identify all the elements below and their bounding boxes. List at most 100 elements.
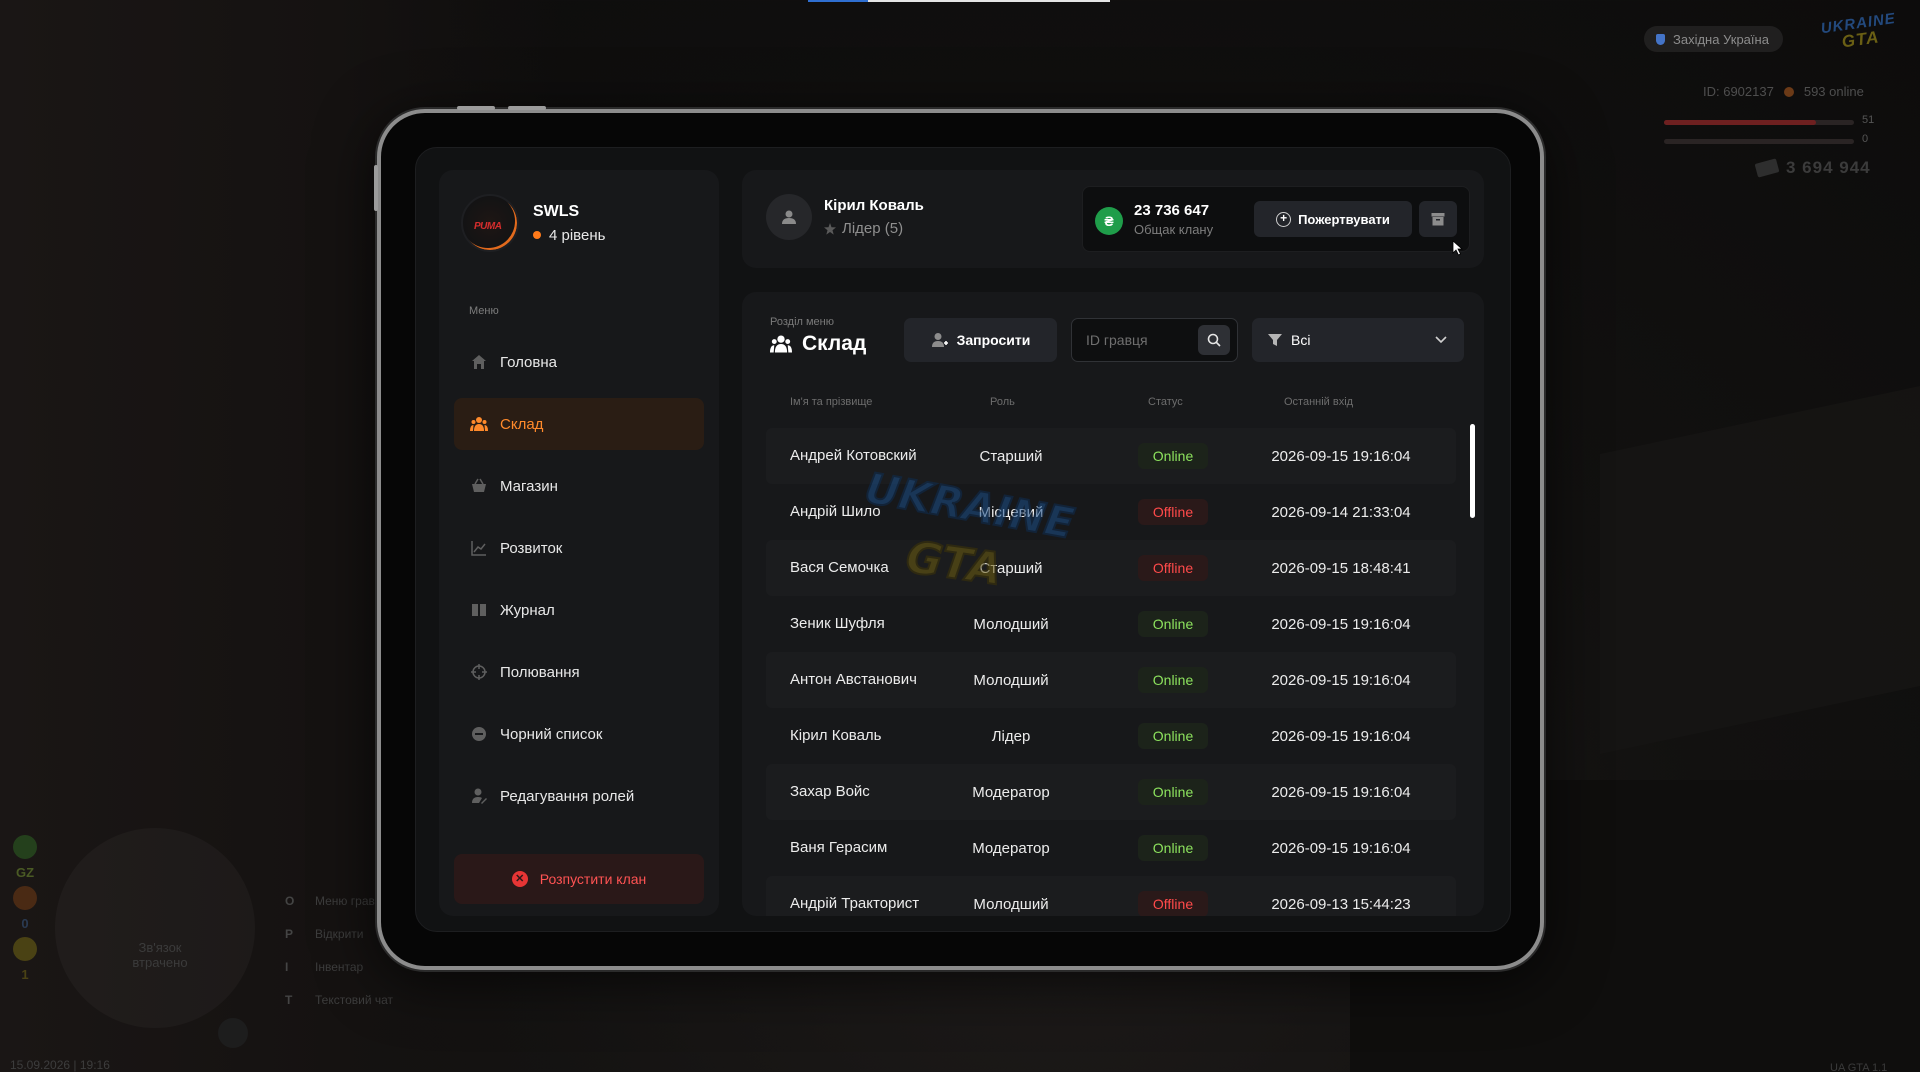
tablet-device: PUMA SWLS 4 рівень Меню Головна Склад Ма… xyxy=(374,106,1544,970)
member-role: Модератор xyxy=(972,783,1050,801)
online-dot-icon xyxy=(1783,86,1794,97)
sidebar-item-journal[interactable]: Журнал xyxy=(454,584,704,636)
sidebar-menu: Головна Склад Магазин Розвиток Журнал По… xyxy=(454,336,704,832)
player-id-search xyxy=(1071,318,1238,362)
user-role: Лідер (5) xyxy=(824,220,924,237)
member-last-login: 2026-09-13 15:44:23 xyxy=(1271,895,1411,913)
sidebar-item-development[interactable]: Розвиток xyxy=(454,522,704,574)
tablet-volume-button xyxy=(457,106,495,110)
sidebar-item-shop[interactable]: Магазин xyxy=(454,460,704,512)
table-row[interactable]: Захар Войс Модератор Online 2026-09-15 1… xyxy=(766,764,1456,820)
cash-icon xyxy=(1754,158,1780,178)
member-name: Андрей Котовский xyxy=(790,447,917,464)
clan-name: SWLS xyxy=(533,202,580,220)
table-row[interactable]: Ваня Герасим Модератор Online 2026-09-15… xyxy=(766,820,1456,876)
member-role: Молодший xyxy=(973,671,1049,689)
status-badge: Online xyxy=(1138,779,1208,805)
table-scrollbar[interactable] xyxy=(1470,424,1475,518)
hud-left-indicators: GZ 0 1 xyxy=(12,835,38,982)
status-badge: Online xyxy=(1138,723,1208,749)
sidebar-item-label: Головна xyxy=(500,353,557,371)
hud-vitals: 51 0 xyxy=(1664,114,1874,158)
menu-caption: Меню xyxy=(469,305,499,317)
region-shield-icon xyxy=(1656,33,1665,45)
home-icon xyxy=(470,353,488,371)
hint-key: O xyxy=(285,893,295,908)
members-table: Андрей Котовский Старший Online 2026-09-… xyxy=(766,428,1456,916)
status-badge: Offline xyxy=(1138,499,1208,525)
game-version: UA GTA 1.1 xyxy=(1830,1062,1888,1072)
disband-clan-button[interactable]: ✕ Розпустити клан xyxy=(454,854,704,904)
table-row[interactable]: Андрій Тракторист Молодший Offline 2026-… xyxy=(766,876,1456,916)
sidebar: PUMA SWLS 4 рівень Меню Головна Склад Ма… xyxy=(439,170,719,916)
online-count: 593 online xyxy=(1803,84,1864,99)
player-id: ID: 6902137 xyxy=(1703,84,1774,99)
gz-label: GZ xyxy=(15,865,35,880)
status-badge: Online xyxy=(1138,667,1208,693)
clan-header: PUMA SWLS 4 рівень xyxy=(461,194,605,252)
current-user: Кірил Коваль Лідер (5) xyxy=(766,194,924,240)
table-header: Ім'я та прізвище Роль Статус Останній вх… xyxy=(766,396,1456,416)
member-role: Старший xyxy=(979,559,1043,577)
weapon-status-icon xyxy=(13,886,37,910)
table-row[interactable]: Андрій Шило Місцевий Offline 2026-09-14 … xyxy=(766,484,1456,540)
table-row[interactable]: Антон Австанович Молодший Online 2026-09… xyxy=(766,652,1456,708)
storage-button[interactable] xyxy=(1419,201,1457,237)
hint-label: Текстовий чат xyxy=(315,992,394,1007)
filter-value: Всі xyxy=(1291,332,1311,348)
sidebar-item-members[interactable]: Склад xyxy=(454,398,704,450)
chart-icon xyxy=(470,539,488,557)
disband-clan-label: Розпустити клан xyxy=(539,871,647,887)
add-user-icon xyxy=(931,333,948,347)
hint-label: Інвентар xyxy=(315,959,364,974)
member-role: Молодший xyxy=(973,615,1049,633)
status-filter-select[interactable]: Всі xyxy=(1252,318,1464,362)
hint-key: T xyxy=(285,992,293,1007)
invite-button[interactable]: Запросити xyxy=(904,318,1057,362)
sidebar-item-blacklist[interactable]: Чорний список xyxy=(454,708,704,760)
sidebar-item-role-editing[interactable]: Редагування ролей xyxy=(454,770,704,822)
member-name: Ваня Герасим xyxy=(790,839,888,856)
donate-button[interactable]: + Пожертвувати xyxy=(1254,201,1412,237)
level-dot-icon xyxy=(533,231,541,239)
key-hint: I Інвентар xyxy=(285,950,393,983)
health-value: 51 xyxy=(1862,114,1875,126)
profile-header: Кірил Коваль Лідер (5) ₴ 23 736 647 Обща… xyxy=(742,170,1484,268)
search-button[interactable] xyxy=(1198,325,1230,355)
member-last-login: 2026-09-15 18:48:41 xyxy=(1271,559,1411,577)
member-last-login: 2026-09-15 19:16:04 xyxy=(1271,615,1411,633)
sidebar-item-home[interactable]: Головна xyxy=(454,336,704,388)
member-role: Місцевий xyxy=(978,503,1044,521)
page-title: Склад xyxy=(770,332,866,356)
mouse-cursor-icon xyxy=(1452,240,1464,256)
member-name: Кірил Коваль xyxy=(790,727,882,744)
column-header-name: Ім'я та прізвище xyxy=(790,396,873,408)
member-last-login: 2026-09-15 19:16:04 xyxy=(1271,783,1411,801)
status-badge: Online xyxy=(1138,611,1208,637)
member-name: Антон Австанович xyxy=(790,671,917,688)
member-role: Модератор xyxy=(972,839,1050,857)
member-last-login: 2026-09-14 21:33:04 xyxy=(1271,503,1411,521)
sidebar-item-label: Редагування ролей xyxy=(500,787,635,805)
member-name: Андрій Тракторист xyxy=(790,895,920,912)
status-badge: Online xyxy=(1138,835,1208,861)
minimap xyxy=(55,828,255,1028)
section-caption: Розділ меню xyxy=(770,316,834,328)
basket-icon xyxy=(470,477,488,495)
table-row[interactable]: Кірил Коваль Лідер Online 2026-09-15 19:… xyxy=(766,708,1456,764)
hint-label: Відкрити xyxy=(315,926,364,941)
bank-amount: 23 736 647 xyxy=(1134,202,1210,219)
member-last-login: 2026-09-15 19:16:04 xyxy=(1271,839,1411,857)
search-input[interactable] xyxy=(1072,319,1194,361)
table-row[interactable]: Вася Семочка Старший Offline 2026-09-15 … xyxy=(766,540,1456,596)
table-row[interactable]: Зеник Шуфля Молодший Online 2026-09-15 1… xyxy=(766,596,1456,652)
sidebar-item-hunting[interactable]: Полювання xyxy=(454,646,704,698)
table-row[interactable]: Андрей Котовский Старший Online 2026-09-… xyxy=(766,428,1456,484)
region-label: Західна Україна xyxy=(1673,31,1769,47)
region-badge: Західна Україна xyxy=(1644,26,1783,52)
member-name: Зеник Шуфля xyxy=(790,615,885,632)
tablet-screen: PUMA SWLS 4 рівень Меню Головна Склад Ма… xyxy=(415,147,1511,932)
sidebar-item-label: Розвиток xyxy=(500,539,563,557)
member-name: Вася Семочка xyxy=(790,559,889,576)
hint-key: I xyxy=(285,959,289,974)
